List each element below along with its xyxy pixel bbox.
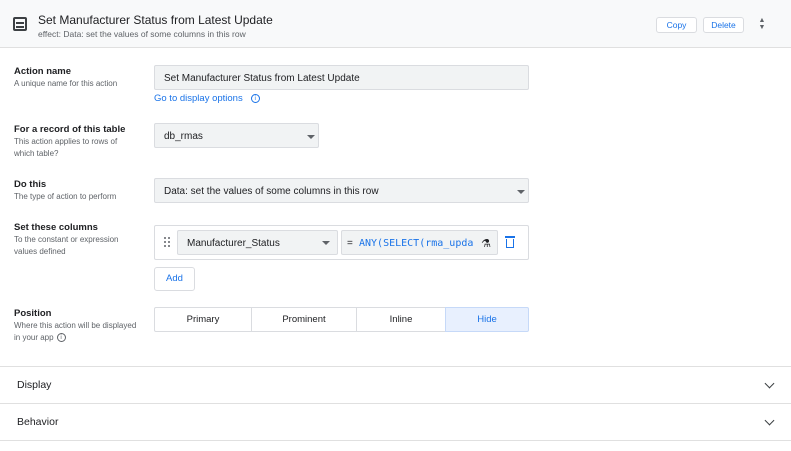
column-assignment-row: Manufacturer_Status = ANY(SELECT(rma_upd…: [154, 225, 529, 260]
position-option-prominent[interactable]: Prominent: [251, 307, 357, 332]
table-label: For a record of this table: [14, 124, 126, 135]
table-select[interactable]: db_rmas: [154, 123, 319, 148]
dropdown-caret-icon: [307, 135, 315, 139]
drag-handle-icon[interactable]: [164, 237, 170, 249]
expression-field[interactable]: = ANY(SELECT(rma_upda ⚗: [341, 230, 498, 255]
action-icon: [13, 17, 27, 31]
section-title: Display: [17, 379, 52, 391]
trash-lid: [505, 236, 515, 238]
action-name-label: Action name: [14, 66, 72, 77]
position-option-primary[interactable]: Primary: [154, 307, 252, 332]
table-select-value: db_rmas: [164, 131, 203, 142]
column-select[interactable]: Manufacturer_Status: [177, 230, 338, 255]
chevron-down-icon: [764, 378, 775, 389]
display-options-link-text: Go to display options: [154, 93, 243, 104]
divider: [0, 440, 791, 441]
display-options-link[interactable]: Go to display options i: [154, 93, 260, 104]
dropdown-caret-icon: [517, 190, 525, 194]
section-title: Behavior: [17, 416, 59, 428]
add-column-button[interactable]: Add: [154, 267, 195, 291]
columns-label: Set these columns: [14, 222, 98, 233]
info-icon[interactable]: i: [56, 333, 66, 343]
trash-icon[interactable]: [505, 236, 515, 248]
expression-text: ANY(SELECT(rma_upda: [359, 238, 474, 249]
unfold-icon[interactable]: ▲ ▼: [757, 17, 767, 33]
equals-sign: =: [347, 238, 353, 249]
columns-description: To the constant or expression values def…: [14, 235, 119, 256]
behavior-section[interactable]: Behavior: [0, 403, 791, 440]
action-title: Set Manufacturer Status from Latest Upda…: [38, 13, 273, 27]
action-name-input[interactable]: Set Manufacturer Status from Latest Upda…: [154, 65, 529, 90]
position-option-inline[interactable]: Inline: [356, 307, 446, 332]
action-type-select[interactable]: Data: set the values of some columns in …: [154, 178, 529, 203]
trash-can: [506, 239, 514, 248]
action-name-description: A unique name for this action: [14, 79, 118, 88]
action-type-value: Data: set the values of some columns in …: [164, 186, 379, 197]
display-section[interactable]: Display: [0, 366, 791, 403]
delete-button[interactable]: Delete: [703, 17, 744, 33]
do-this-label: Do this: [14, 179, 47, 190]
chevron-down-icon: [764, 415, 775, 426]
position-description-text: Where this action will be displayed in y…: [14, 321, 137, 342]
copy-button[interactable]: Copy: [656, 17, 697, 33]
action-header[interactable]: Set Manufacturer Status from Latest Upda…: [0, 0, 791, 48]
position-label: Position: [14, 308, 52, 319]
info-icon: i: [250, 93, 260, 103]
column-select-value: Manufacturer_Status: [187, 238, 280, 249]
action-name-value: Set Manufacturer Status from Latest Upda…: [164, 73, 360, 84]
table-description: This action applies to rows of which tab…: [14, 137, 118, 158]
position-option-hide[interactable]: Hide: [445, 307, 529, 332]
do-this-description: The type of action to perform: [14, 192, 117, 201]
flask-icon[interactable]: ⚗: [481, 237, 491, 250]
action-subtitle: effect: Data: set the values of some col…: [38, 29, 246, 39]
dropdown-caret-icon: [322, 241, 330, 245]
position-description: Where this action will be displayed in y…: [14, 320, 144, 344]
